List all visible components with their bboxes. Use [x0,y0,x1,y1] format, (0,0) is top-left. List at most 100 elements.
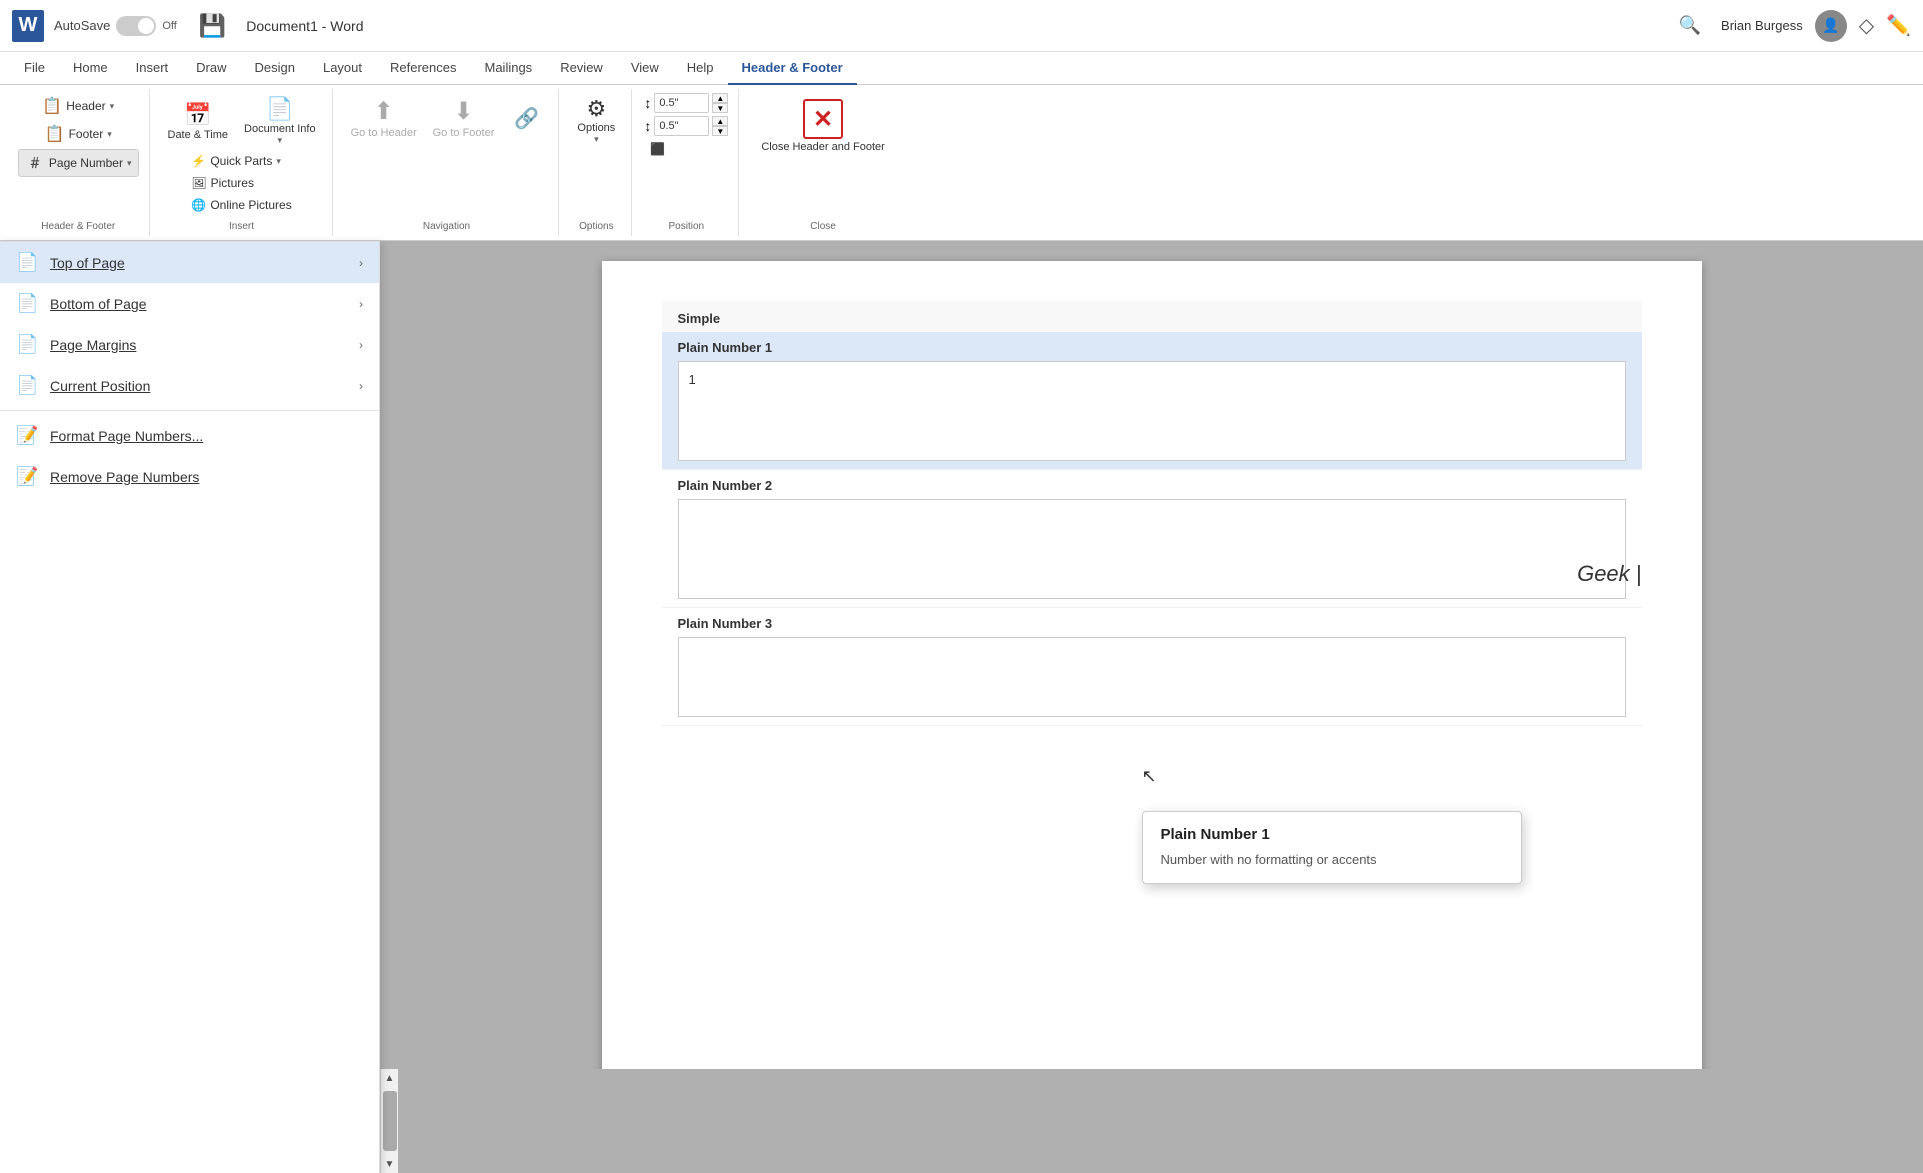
footer-button[interactable]: 📋 Footer ▾ [39,121,118,147]
current-position-icon: 📄 [16,375,38,396]
doc-info-arrow: ▾ [278,135,283,146]
bottom-margin-spin-down[interactable]: ▼ [712,126,728,136]
user-name: Brian Burgess [1721,18,1803,33]
word-icon: W [12,10,44,42]
top-margin-spin-up[interactable]: ▲ [712,93,728,103]
online-pictures-icon: 🌐 [191,198,206,212]
format-page-numbers-label: Format Page Numbers... [50,428,363,444]
tab-review[interactable]: Review [546,52,617,85]
top-of-page-icon: 📄 [16,252,38,273]
preview-number-1: 1 [689,372,696,387]
current-position-label: Current Position [50,378,347,394]
close-group-label: Close [810,217,836,232]
insert-alignment-button[interactable]: ⬛ [644,139,728,159]
quick-parts-icon: ⚡ [191,154,206,168]
pen-icon[interactable]: ✏️ [1886,13,1911,38]
online-pictures-label: Online Pictures [210,198,291,212]
top-margin-spin: ▲ ▼ [712,93,728,113]
bottom-margin-row: ↕ ▲ ▼ [644,116,728,136]
page-number-button[interactable]: #️ Page Number ▾ [18,149,139,177]
top-margin-spin-down[interactable]: ▼ [712,103,728,113]
date-time-label: Date & Time [168,129,229,141]
doc-info-label: Document Info [244,123,316,135]
quick-parts-button[interactable]: ⚡ Quick Parts ▾ [185,151,297,171]
remove-page-numbers-icon: 📝 [16,466,38,487]
dropdown-item-page-margins[interactable]: 📄 Page Margins › [0,324,379,365]
bottom-of-page-chevron: › [359,297,363,311]
tooltip-description: Number with no formatting or accents [1161,851,1503,869]
date-time-button[interactable]: 📅 Date & Time [162,99,235,144]
page-margins-icon: 📄 [16,334,38,355]
bottom-margin-input[interactable] [654,116,709,136]
dropdown-item-current-position[interactable]: 📄 Current Position › [0,365,379,406]
dropdown-item-remove-page-numbers[interactable]: 📝 Remove Page Numbers [0,456,379,497]
pictures-label: Pictures [211,176,254,190]
header-button[interactable]: 📋 Header ▾ [36,93,120,119]
top-of-page-chevron: › [359,256,363,270]
online-pictures-button[interactable]: 🌐 Online Pictures [185,195,297,215]
doc-scroll[interactable]: Simple Plain Number 1 1 Plain Number 2 [380,241,1923,1069]
bottom-of-page-icon: 📄 [16,293,38,314]
diamond-icon[interactable]: ◇ [1859,13,1874,38]
header-icon: 📋 [42,96,62,116]
go-to-footer-button[interactable]: ⬇ Go to Footer [427,93,501,143]
scrollbar[interactable]: ▲ ▼ [380,1069,398,1173]
gallery-item-plain-number-1[interactable]: Plain Number 1 1 [662,332,1642,470]
gallery-item-2-preview [678,499,1626,599]
date-time-icon: 📅 [184,102,211,128]
scroll-thumb[interactable] [383,1091,397,1151]
tab-layout[interactable]: Layout [309,52,376,85]
autosave-toggle[interactable] [116,16,156,36]
avatar-initials: 👤 [1822,17,1839,34]
options-button[interactable]: ⚙ Options ▾ [571,93,621,148]
gallery-item-3-preview [678,637,1626,717]
top-margin-input[interactable] [654,93,709,113]
ribbon-group-close: ✕ Close Header and Footer Close [741,89,905,236]
footer-icon: 📋 [45,124,65,144]
tooltip-title: Plain Number 1 [1161,826,1503,843]
scroll-up-arrow[interactable]: ▲ [381,1069,399,1087]
top-margin-icon: ↕ [644,95,651,111]
close-icon: ✕ [803,99,843,139]
gallery-item-plain-number-2[interactable]: Plain Number 2 [662,470,1642,608]
doc-info-button[interactable]: 📄 Document Info ▾ [238,93,322,149]
header-footer-group-label: Header & Footer [41,217,115,232]
insert-row1: 📅 Date & Time 📄 Document Info ▾ [162,93,322,149]
tab-mailings[interactable]: Mailings [471,52,547,85]
tab-references[interactable]: References [376,52,470,85]
tab-help[interactable]: Help [673,52,728,85]
tab-design[interactable]: Design [241,52,309,85]
margin-inputs: ↕ ▲ ▼ ↕ ▲ ▼ ⬛ [644,93,728,159]
pictures-button[interactable]: 🖼 Pictures [185,173,297,193]
format-page-numbers-icon: 📝 [16,425,38,446]
tab-draw[interactable]: Draw [182,52,240,85]
footer-label: Footer [69,127,104,141]
page-number-label: Page Number [49,156,123,170]
ribbon-group-options: ⚙ Options ▾ Options [561,89,632,236]
gallery-item-plain-number-3[interactable]: Plain Number 3 [662,608,1642,726]
insert-group-label: Insert [229,217,254,232]
go-to-footer-label: Go to Footer [433,127,495,139]
scroll-down-arrow[interactable]: ▼ [381,1155,399,1173]
close-header-footer-button[interactable]: ✕ Close Header and Footer [751,93,895,159]
tab-file[interactable]: File [10,52,59,85]
gallery-section-label: Simple [662,301,1642,332]
ribbon-content: 📋 Header ▾ 📋 Footer ▾ #️ Page Number ▾ H… [0,85,1923,240]
nav-row: ⬆ Go to Header ⬇ Go to Footer 🔗 [345,93,549,143]
dropdown-item-bottom-of-page[interactable]: 📄 Bottom of Page › [0,283,379,324]
dropdown-item-format-page-numbers[interactable]: 📝 Format Page Numbers... [0,415,379,456]
ribbon-group-insert: 📅 Date & Time 📄 Document Info ▾ ⚡ Quick … [152,89,333,236]
link-to-previous-button[interactable]: 🔗 [504,103,548,134]
footer-dropdown-arrow: ▾ [107,129,112,140]
dropdown-item-top-of-page[interactable]: 📄 Top of Page › [0,242,379,283]
tab-insert[interactable]: Insert [122,52,183,85]
bottom-margin-spin-up[interactable]: ▲ [712,116,728,126]
tab-view[interactable]: View [617,52,673,85]
save-icon[interactable]: 💾 [199,13,226,39]
go-to-header-button[interactable]: ⬆ Go to Header [345,93,423,143]
header-dropdown-arrow: ▾ [110,101,115,112]
tab-header-footer[interactable]: Header & Footer [728,52,857,85]
search-icon[interactable]: 🔍 [1679,15,1701,36]
tab-home[interactable]: Home [59,52,122,85]
page-number-icon: #️ [25,153,45,173]
